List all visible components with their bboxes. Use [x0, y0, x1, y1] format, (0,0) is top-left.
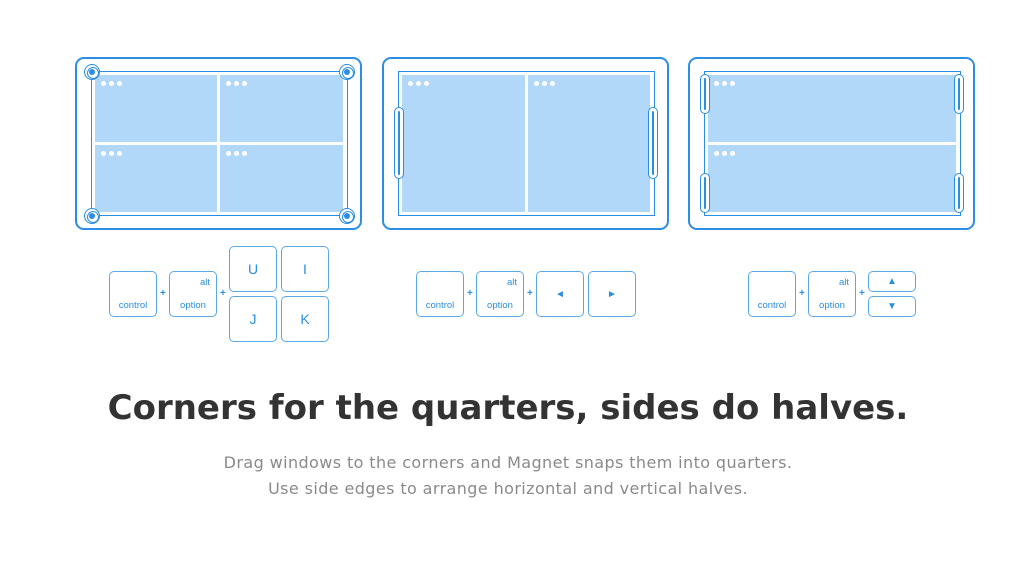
window-top-left — [95, 75, 217, 142]
option-key: alt option — [808, 271, 856, 317]
window-controls-icon — [101, 151, 122, 157]
j-key: J — [229, 296, 277, 342]
corner-handle-icon — [339, 208, 355, 224]
control-key: control — [416, 271, 464, 317]
window-right-half — [528, 75, 650, 212]
left-edge-handle-icon — [394, 107, 404, 179]
top-left-edge-handle-icon — [700, 74, 710, 114]
window-bottom-left — [95, 145, 217, 212]
quarters-illustration — [75, 57, 362, 230]
window-bottom-right — [220, 145, 343, 212]
option-key: alt option — [476, 271, 524, 317]
right-arrow-key: ► — [588, 271, 636, 317]
plus-sign: + — [467, 288, 473, 299]
window-controls-icon — [714, 81, 735, 87]
window-top-half — [708, 75, 956, 142]
vertical-halves-illustration — [382, 57, 669, 230]
up-arrow-key: ▲ — [868, 271, 916, 292]
bottom-left-edge-handle-icon — [700, 173, 710, 213]
window-controls-icon — [226, 151, 247, 157]
i-key: I — [281, 246, 329, 292]
window-controls-icon — [534, 81, 555, 87]
description-line-1: Drag windows to the corners and Magnet s… — [223, 453, 793, 472]
key-top-label: alt — [838, 277, 849, 288]
k-key: K — [281, 296, 329, 342]
key-label: option — [487, 300, 513, 311]
key-label: U — [247, 261, 259, 277]
key-label: control — [118, 300, 148, 311]
key-top-label: alt — [506, 277, 517, 288]
headline: Corners for the quarters, sides do halve… — [107, 388, 909, 428]
key-label: K — [300, 311, 310, 327]
window-bottom-half — [708, 145, 956, 212]
description-line-2: Use side edges to arrange horizontal and… — [268, 479, 748, 498]
control-key: control — [748, 271, 796, 317]
corner-handle-icon — [84, 64, 100, 80]
right-edge-handle-icon — [648, 107, 658, 179]
key-label: control — [757, 300, 787, 311]
plus-sign: + — [527, 288, 533, 299]
option-key: alt option — [169, 271, 217, 317]
plus-sign: + — [220, 288, 226, 299]
plus-sign: + — [799, 288, 805, 299]
u-key: U — [229, 246, 277, 292]
key-top-label: alt — [199, 277, 210, 288]
right-arrow-icon: ► — [607, 288, 617, 300]
window-controls-icon — [408, 81, 429, 87]
window-top-right — [220, 75, 343, 142]
corner-handle-icon — [84, 208, 100, 224]
window-left-half — [402, 75, 525, 212]
down-arrow-icon: ▼ — [887, 301, 897, 312]
key-label: J — [249, 311, 257, 327]
window-controls-icon — [226, 81, 247, 87]
key-label: I — [303, 261, 307, 277]
up-arrow-icon: ▲ — [887, 276, 897, 287]
horizontal-halves-illustration — [688, 57, 975, 230]
key-label: option — [819, 300, 845, 311]
plus-sign: + — [160, 288, 166, 299]
window-controls-icon — [714, 151, 735, 157]
left-arrow-icon: ◄ — [555, 288, 565, 300]
key-label: option — [180, 300, 206, 311]
left-arrow-key: ◄ — [536, 271, 584, 317]
top-right-edge-handle-icon — [954, 74, 964, 114]
down-arrow-key: ▼ — [868, 296, 916, 317]
key-label: control — [425, 300, 455, 311]
bottom-right-edge-handle-icon — [954, 173, 964, 213]
control-key: control — [109, 271, 157, 317]
window-controls-icon — [101, 81, 122, 87]
corner-handle-icon — [339, 64, 355, 80]
plus-sign: + — [859, 288, 865, 299]
